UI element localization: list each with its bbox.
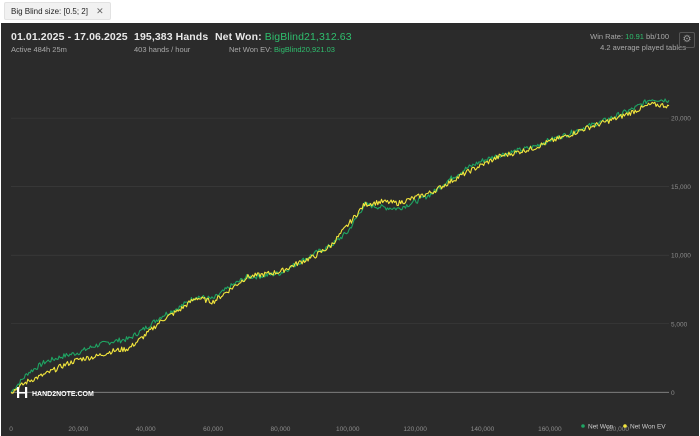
y-tick-label: 20,000: [671, 116, 691, 123]
y-tick-label: 10,000: [671, 253, 691, 260]
net-won-ev-line: [10, 101, 670, 394]
logo-mark-bar: [19, 392, 25, 394]
x-tick-label: 20,000: [68, 426, 88, 433]
y-tick-label: 0: [671, 390, 675, 397]
legend-label[interactable]: Net Won: [588, 424, 614, 431]
y-tick-label: 15,000: [671, 184, 691, 191]
x-tick-label: 120,000: [403, 426, 427, 433]
logo-text: HAND2NOTE.COM: [32, 391, 94, 398]
x-tick-label: 0: [9, 426, 13, 433]
legend-marker: [623, 424, 627, 428]
series-lines: [10, 98, 670, 394]
logo-mark-left: [17, 387, 20, 398]
net-won-line: [10, 98, 670, 393]
y-axis-ticks: 0 5,000 10,000 15,000 20,000: [671, 116, 691, 397]
x-tick-label: 40,000: [136, 426, 156, 433]
close-icon[interactable]: ✕: [96, 3, 104, 19]
graph-panel: 01.01.2025 - 17.06.2025 Active 484h 25m …: [1, 23, 699, 436]
x-tick-label: 60,000: [203, 426, 223, 433]
profit-graph: 0 5,000 10,000 15,000 20,000 0 20,000 40,000 60…: [9, 98, 691, 433]
legend-label[interactable]: Net Won EV: [630, 424, 666, 431]
filter-tag-label: Big Blind size: [0.5; 2]: [11, 7, 88, 16]
x-tick-label: 100,000: [336, 426, 360, 433]
x-tick-label: 80,000: [270, 426, 290, 433]
x-tick-label: 140,000: [471, 426, 495, 433]
filter-tag-big-blind[interactable]: Big Blind size: [0.5; 2] ✕: [4, 2, 111, 20]
legend-marker: [581, 424, 585, 428]
y-tick-label: 5,000: [671, 321, 688, 328]
x-axis-ticks: 0 20,000 40,000 60,000 80,000 100,000 120,000 1…: [9, 426, 629, 433]
x-tick-label: 160,000: [538, 426, 562, 433]
logo-mark-right: [25, 387, 28, 398]
filter-bar: Big Blind size: [0.5; 2] ✕: [0, 0, 700, 22]
